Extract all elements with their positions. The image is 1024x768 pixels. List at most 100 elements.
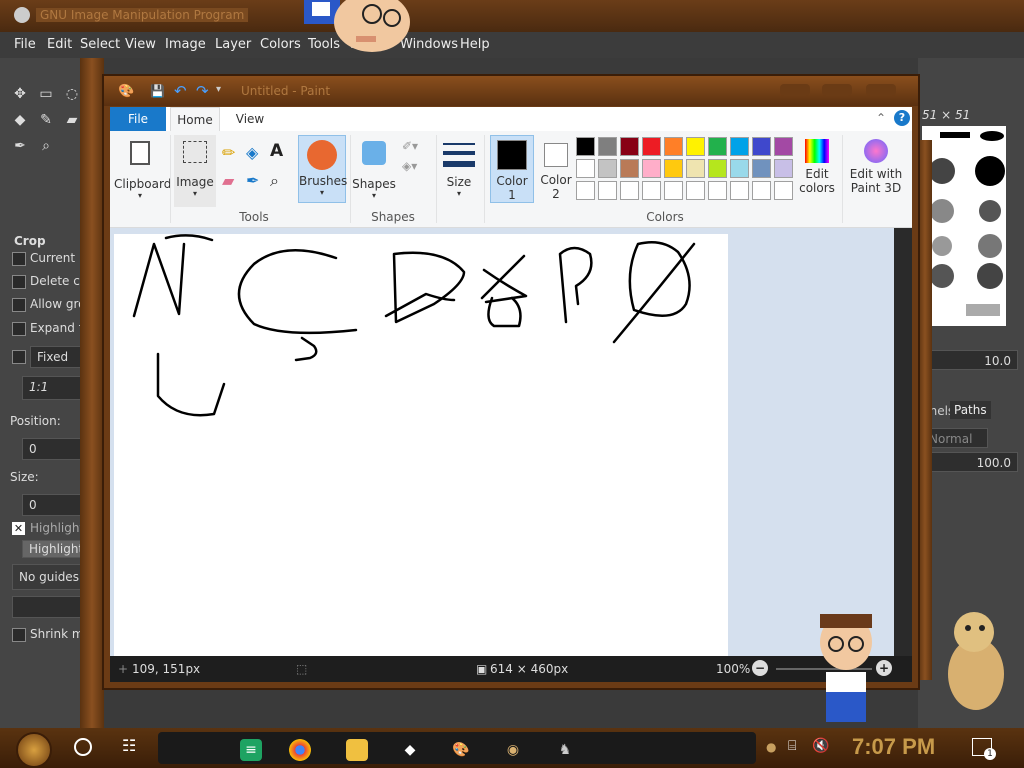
palette-swatch[interactable]: [642, 137, 661, 156]
network-icon[interactable]: ⌸: [788, 738, 796, 754]
edit-colors-button[interactable]: Edit colors: [794, 135, 840, 207]
file-explorer-icon[interactable]: [346, 739, 368, 761]
paintbrush-icon[interactable]: ✎: [38, 112, 54, 128]
start-button[interactable]: [16, 732, 52, 768]
menu-edit[interactable]: Edit: [47, 37, 72, 52]
palette-swatch[interactable]: [708, 137, 727, 156]
lasso-icon[interactable]: ◌: [64, 86, 80, 102]
undo-icon[interactable]: ↶: [174, 82, 187, 100]
allow-growing-checkbox[interactable]: [12, 298, 26, 312]
app-taskbar-icon[interactable]: ♞: [554, 739, 576, 761]
palette-swatch[interactable]: [708, 181, 727, 200]
brushes-button[interactable]: Brushes ▾: [298, 135, 347, 203]
pencil-icon[interactable]: ✏: [222, 143, 235, 162]
tab-home[interactable]: Home: [170, 107, 220, 131]
opacity-field[interactable]: 100.0: [922, 452, 1018, 472]
color1-button[interactable]: Color 1: [490, 135, 534, 203]
save-icon[interactable]: 💾: [150, 84, 165, 98]
help-icon[interactable]: ?: [894, 110, 910, 126]
palette-swatch[interactable]: [708, 159, 727, 178]
palette-swatch[interactable]: [664, 159, 683, 178]
palette-swatch[interactable]: [576, 137, 595, 156]
edit-paint3d-button[interactable]: Edit with Paint 3D: [844, 135, 908, 207]
outline-icon[interactable]: ✐▾: [402, 139, 418, 153]
clock[interactable]: 7:07 PM: [852, 734, 935, 760]
move-tool-icon[interactable]: ✥: [12, 86, 28, 102]
highlight-checkbox[interactable]: ✕: [12, 522, 25, 535]
palette-swatch[interactable]: [620, 159, 639, 178]
palette-swatch[interactable]: [686, 159, 705, 178]
fixed-checkbox[interactable]: [12, 350, 26, 364]
magnifier-icon[interactable]: ⌕: [270, 171, 279, 191]
menu-image[interactable]: Image: [165, 37, 206, 52]
text-icon[interactable]: A: [270, 141, 283, 161]
shrink-merged-checkbox[interactable]: [12, 628, 26, 642]
menu-layer[interactable]: Layer: [215, 37, 251, 52]
palette-swatch[interactable]: [730, 137, 749, 156]
palette-swatch[interactable]: [598, 159, 617, 178]
palette-swatch[interactable]: [598, 137, 617, 156]
close-button[interactable]: [866, 84, 896, 96]
color-picker-icon[interactable]: ✒: [12, 138, 28, 154]
unity-icon[interactable]: ◆: [399, 739, 421, 761]
palette-swatch[interactable]: [752, 137, 771, 156]
sheets-icon[interactable]: ≡: [240, 739, 262, 761]
search-icon[interactable]: [74, 738, 92, 756]
spacing-field[interactable]: 10.0: [922, 350, 1018, 370]
zoom-out-button[interactable]: −: [752, 660, 768, 676]
fill-icon[interactable]: ◈: [246, 143, 258, 162]
eraser-tool-icon[interactable]: ▰: [222, 171, 234, 190]
menu-view[interactable]: View: [125, 37, 156, 52]
zoom-icon[interactable]: ⌕: [38, 138, 54, 154]
bucket-fill-icon[interactable]: ◆: [12, 112, 28, 128]
palette-swatch[interactable]: [752, 159, 771, 178]
rect-select-icon[interactable]: ▭: [38, 86, 54, 102]
palette-swatch[interactable]: [598, 181, 617, 200]
palette-swatch[interactable]: [686, 181, 705, 200]
shapes-button[interactable]: Shapes ▾: [352, 135, 396, 207]
menu-colors[interactable]: Colors: [260, 37, 301, 52]
quick-access-dropdown-icon[interactable]: ▾: [216, 84, 221, 95]
collapse-ribbon-icon[interactable]: ⌃: [876, 111, 886, 125]
volume-muted-icon[interactable]: 🔇: [812, 738, 829, 754]
palette-swatch[interactable]: [774, 137, 793, 156]
palette-swatch[interactable]: [664, 137, 683, 156]
redo-icon[interactable]: ↷: [196, 82, 209, 100]
palette-swatch[interactable]: [664, 181, 683, 200]
drawing-canvas[interactable]: [114, 234, 728, 656]
menu-file[interactable]: File: [14, 37, 36, 52]
palette-swatch[interactable]: [642, 181, 661, 200]
expand-from-center-checkbox[interactable]: [12, 322, 26, 336]
size-button[interactable]: Size ▾: [440, 135, 478, 207]
palette-swatch[interactable]: [730, 159, 749, 178]
palette-swatch[interactable]: [620, 137, 639, 156]
clipboard-button[interactable]: Clipboard ▾: [114, 135, 171, 207]
palette-swatch[interactable]: [752, 181, 771, 200]
palette-swatch[interactable]: [730, 181, 749, 200]
maximize-button[interactable]: [822, 84, 852, 96]
tray-dot-icon[interactable]: ●: [766, 740, 776, 754]
color-picker-tool-icon[interactable]: ✒: [246, 171, 259, 190]
paths-tab[interactable]: Paths: [950, 401, 991, 419]
gimp-taskbar-icon[interactable]: ◉: [502, 739, 524, 761]
brush-grid[interactable]: [922, 126, 1006, 326]
image-button[interactable]: Image ▾: [174, 135, 216, 207]
palette-swatch[interactable]: [620, 181, 639, 200]
palette-swatch[interactable]: [642, 159, 661, 178]
palette-swatch[interactable]: [576, 159, 595, 178]
fill-shape-icon[interactable]: ◈▾: [402, 159, 417, 173]
palette-swatch[interactable]: [774, 181, 793, 200]
minimize-button[interactable]: [780, 84, 810, 96]
palette-swatch[interactable]: [686, 137, 705, 156]
delete-cropped-checkbox[interactable]: [12, 275, 26, 289]
tab-file[interactable]: File: [110, 107, 166, 131]
vertical-scrollbar[interactable]: [894, 228, 912, 656]
paint-taskbar-icon[interactable]: 🎨: [450, 739, 472, 761]
color2-button[interactable]: Color 2: [536, 135, 576, 201]
tab-view[interactable]: View: [230, 107, 270, 131]
eraser-icon[interactable]: ▰: [64, 112, 80, 128]
chrome-icon[interactable]: [289, 739, 311, 761]
menu-help[interactable]: Help: [460, 37, 490, 52]
menu-select[interactable]: Select: [80, 37, 120, 52]
task-view-icon[interactable]: ☷: [122, 736, 136, 755]
